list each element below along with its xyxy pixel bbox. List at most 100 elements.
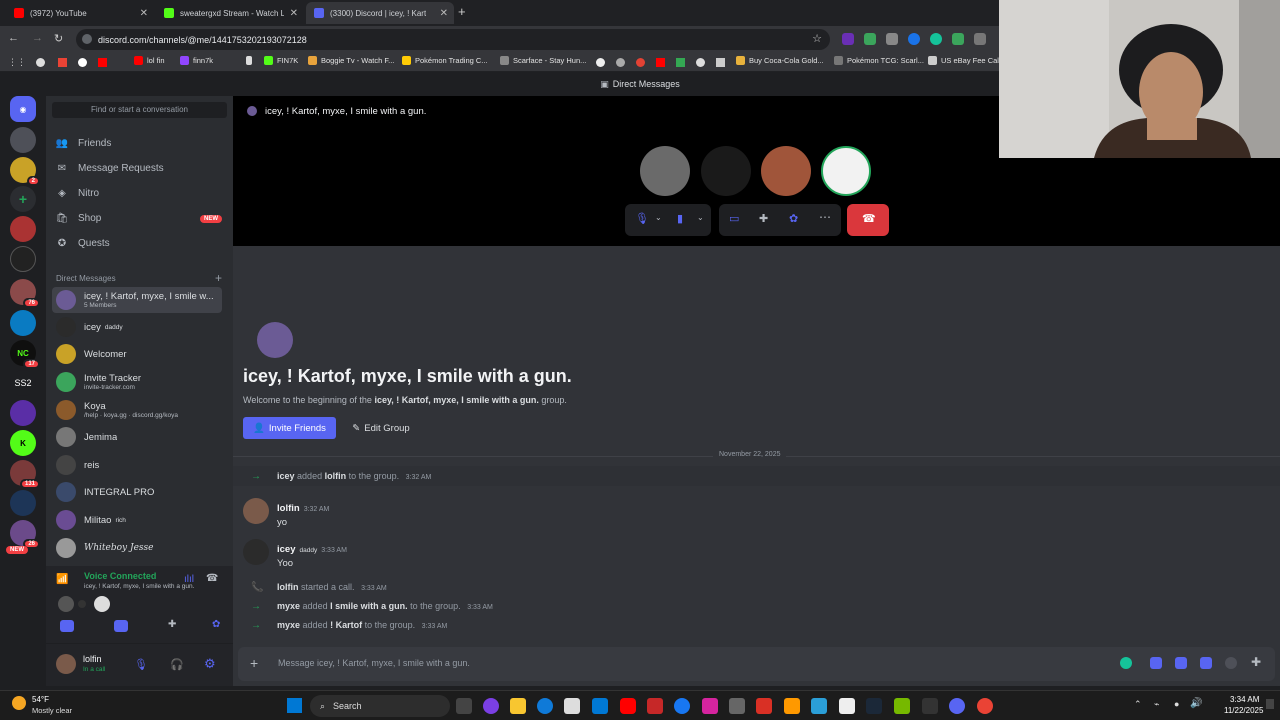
discord-icon[interactable] xyxy=(949,698,965,714)
new-tab-button[interactable]: + xyxy=(458,4,466,19)
youtube-icon[interactable] xyxy=(98,58,107,67)
call-participant-avatar[interactable] xyxy=(640,146,690,196)
amazon-icon[interactable] xyxy=(784,698,800,714)
server-icon[interactable]: 131 xyxy=(10,460,40,489)
edge-icon[interactable] xyxy=(537,698,553,714)
message-target[interactable]: I smile with a gun. xyxy=(330,601,408,611)
server-icon[interactable]: 2 xyxy=(10,157,40,186)
epic-games-icon[interactable] xyxy=(922,698,938,714)
server-icon[interactable]: 76 xyxy=(10,279,40,308)
extension-icon[interactable] xyxy=(886,33,898,45)
bookmark-icon[interactable] xyxy=(636,58,645,67)
emoji-icon[interactable] xyxy=(1225,657,1237,669)
server-icon[interactable]: SS2 xyxy=(10,370,36,396)
bookmark-item[interactable]: Buy Coca-Cola Gold... xyxy=(736,56,824,65)
clock-date[interactable]: 11/22/2025 xyxy=(1224,706,1263,715)
soundboard-icon[interactable]: ✿ xyxy=(212,619,220,630)
dm-item-group[interactable]: icey, ! Kartof, myxe, I smile w... 5 Memb… xyxy=(52,287,222,313)
avatar[interactable] xyxy=(243,498,269,524)
dm-item[interactable]: Whiteboy Jesse xyxy=(52,535,222,561)
forward-icon[interactable]: → xyxy=(32,32,43,44)
server-icon[interactable] xyxy=(10,246,36,272)
microphone-icon[interactable]: 🎙 xyxy=(635,212,649,225)
chevron-down-icon[interactable]: ⌄ xyxy=(697,213,704,222)
server-icon[interactable] xyxy=(10,310,36,336)
gif-icon[interactable] xyxy=(1175,657,1187,669)
nav-nitro[interactable]: ◈ Nitro xyxy=(56,188,99,199)
sheets-icon[interactable] xyxy=(676,58,685,67)
copilot-icon[interactable] xyxy=(483,698,499,714)
server-icon[interactable] xyxy=(10,216,36,242)
bookmark-item[interactable] xyxy=(246,56,256,65)
grammarly-icon[interactable] xyxy=(930,33,942,45)
soundboard-icon[interactable]: ✿ xyxy=(789,212,798,225)
bookmark-icon[interactable] xyxy=(696,58,705,67)
sticker-icon[interactable] xyxy=(1200,657,1212,669)
bookmark-item[interactable]: Pokémon Trading C... xyxy=(402,56,488,65)
file-explorer-icon[interactable] xyxy=(510,698,526,714)
server-icon[interactable] xyxy=(10,400,36,426)
extension-icon[interactable] xyxy=(908,33,920,45)
chevron-up-icon[interactable]: ⌃ xyxy=(1134,699,1142,710)
bookmark-icon[interactable] xyxy=(716,58,725,67)
download-icon[interactable] xyxy=(952,33,964,45)
avatar[interactable] xyxy=(243,539,269,565)
server-icon[interactable] xyxy=(10,490,36,516)
activities-icon[interactable]: ✚ xyxy=(168,619,176,630)
more-icon[interactable]: ⋯ xyxy=(819,210,831,224)
call-participant-avatar[interactable] xyxy=(701,146,751,196)
bookmark-item[interactable]: finn7k xyxy=(180,56,213,65)
bookmark-icon[interactable] xyxy=(616,58,625,67)
bookmark-item[interactable]: lol fin xyxy=(134,56,165,65)
call-participant-avatar[interactable] xyxy=(821,146,871,196)
app-icon[interactable] xyxy=(729,698,745,714)
close-icon[interactable]: ✕ xyxy=(140,8,148,19)
leave-call-button[interactable]: ☎ xyxy=(847,204,889,236)
nav-shop[interactable]: 🛍 Shop NEW xyxy=(56,213,222,224)
nav-message-requests[interactable]: ✉ Message Requests xyxy=(56,163,164,174)
dm-item[interactable]: Welcomer xyxy=(52,341,222,367)
url-bar[interactable]: discord.com/channels/@me/144175320219307… xyxy=(76,29,830,50)
message-target[interactable]: ! Kartof xyxy=(330,620,362,630)
network-icon[interactable]: ⌁ xyxy=(1154,699,1159,710)
avatar[interactable] xyxy=(56,654,76,674)
tab-discord[interactable]: (3300) Discord | icey, ! Kartof ✕ xyxy=(306,2,454,24)
camera-icon[interactable] xyxy=(60,620,74,632)
activities-icon[interactable]: ✚ xyxy=(759,212,768,225)
bookmark-item[interactable]: Pokémon TCG: Scarl... xyxy=(834,56,924,65)
screenshare-icon[interactable]: ▭ xyxy=(729,212,739,225)
microphone-icon[interactable]: ● xyxy=(1174,699,1179,709)
message-author[interactable]: icey xyxy=(277,544,296,555)
noise-suppression-icon[interactable]: ılıl xyxy=(184,574,194,585)
server-icon[interactable]: NC 17 xyxy=(10,340,40,369)
discord-home-icon[interactable]: ◉ xyxy=(10,96,36,122)
roblox-icon[interactable] xyxy=(839,698,855,714)
extension-icon[interactable] xyxy=(864,33,876,45)
clock-time[interactable]: 3:34 AM xyxy=(1230,695,1259,704)
bookmark-item[interactable]: Boggie Tv - Watch F... xyxy=(308,56,394,65)
camera-icon[interactable]: ▮ xyxy=(677,212,683,225)
star-icon[interactable]: ☆ xyxy=(812,32,822,45)
youtube-icon[interactable] xyxy=(656,58,665,67)
dm-item[interactable]: INTEGRAL PRO xyxy=(52,479,222,505)
nav-quests[interactable]: ✪ Quests xyxy=(56,238,110,249)
store-icon[interactable] xyxy=(564,698,580,714)
tab-kick[interactable]: sweatergxd Stream - Watch Liv ✕ xyxy=(156,2,304,24)
notification-icon[interactable] xyxy=(1266,699,1274,709)
dm-item[interactable]: Invite Tracker invite-tracker.com xyxy=(52,369,222,395)
app-launcher-icon[interactable] xyxy=(1150,657,1162,669)
invite-friends-button[interactable]: 👤 Invite Friends xyxy=(243,417,336,439)
tab-youtube[interactable]: (3972) YouTube ✕ xyxy=(6,2,154,24)
chevron-down-icon[interactable]: ⌄ xyxy=(655,213,662,222)
kick-server-icon[interactable]: K xyxy=(10,430,36,456)
outlook-icon[interactable] xyxy=(592,698,608,714)
message-composer[interactable]: + Message icey, ! Kartof, myxe, I smile … xyxy=(238,647,1275,681)
windows-start-icon[interactable] xyxy=(287,698,302,713)
extension-icon[interactable] xyxy=(974,33,986,45)
dm-item[interactable]: Militao rich xyxy=(52,507,222,533)
app-icon[interactable] xyxy=(647,698,663,714)
chrome-icon[interactable] xyxy=(977,698,993,714)
bookmark-icon[interactable] xyxy=(596,58,605,67)
gmail-icon[interactable] xyxy=(58,58,67,67)
headphones-icon[interactable]: 🎧 xyxy=(170,658,184,671)
